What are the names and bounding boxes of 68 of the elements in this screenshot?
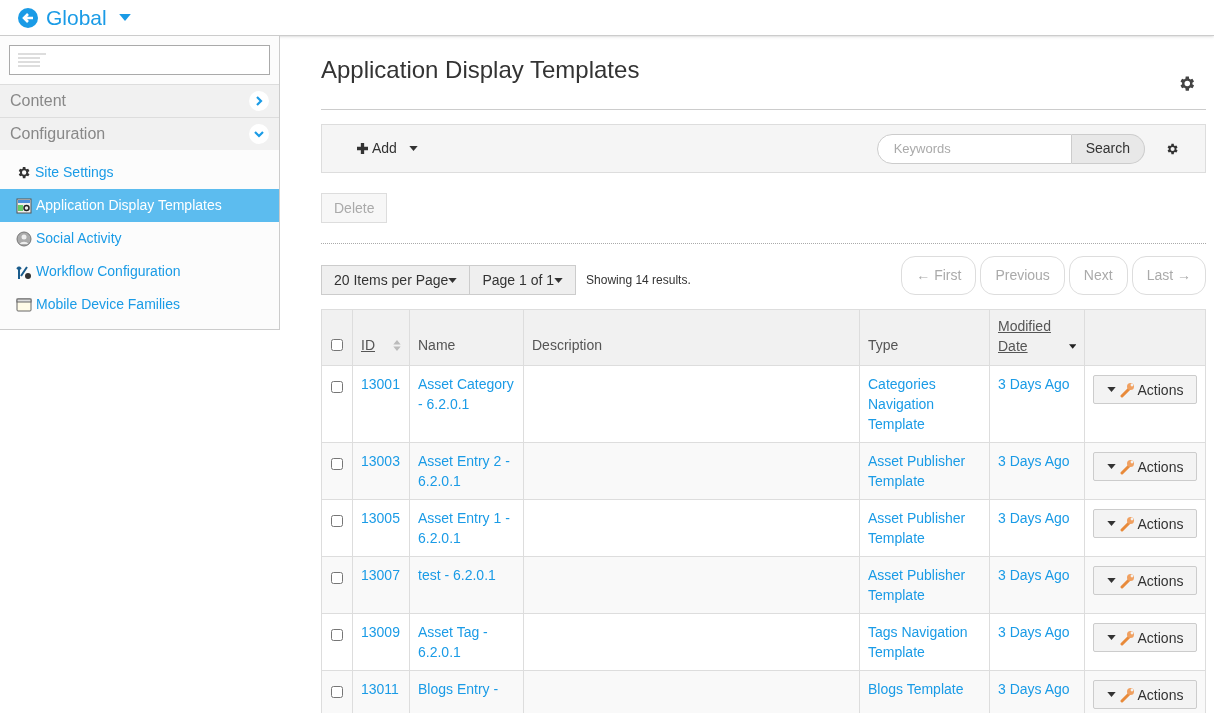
select-all-checkbox[interactable] — [331, 339, 343, 351]
caret-icon — [408, 146, 418, 151]
wrench-icon — [1118, 515, 1135, 532]
sidebar-item[interactable]: Mobile Device Families — [0, 288, 279, 321]
row-checkbox[interactable] — [331, 515, 343, 527]
wrench-icon — [1118, 572, 1135, 589]
wrench-icon — [1118, 686, 1135, 703]
row-checkbox[interactable] — [331, 458, 343, 470]
actions-button[interactable]: Actions — [1093, 452, 1197, 481]
collapse-icon — [249, 124, 269, 144]
results-count: Showing 14 results. — [586, 272, 691, 289]
row-checkbox[interactable] — [331, 686, 343, 698]
caret-icon — [1106, 692, 1116, 697]
column-header: Type — [868, 337, 899, 353]
person-icon — [16, 230, 32, 247]
site-title[interactable]: Global — [46, 1, 107, 34]
actions-button[interactable]: Actions — [1093, 623, 1197, 652]
column-header[interactable]: ID — [361, 335, 375, 356]
filter-field[interactable] — [9, 45, 270, 75]
row-checkbox[interactable] — [331, 629, 343, 641]
caret-icon — [1106, 521, 1116, 526]
caret-icon — [1106, 635, 1116, 640]
date-link[interactable]: 3 Days Ago — [998, 376, 1070, 392]
expand-icon — [249, 91, 269, 111]
search-button[interactable]: Search — [1071, 133, 1145, 164]
actions-button[interactable]: Actions — [1093, 680, 1197, 709]
wrench-icon — [1118, 381, 1135, 398]
page-title: Application Display Templates — [321, 55, 640, 85]
page-size-dropdown[interactable]: 20 Items per Page — [321, 265, 471, 295]
wrench-icon — [1118, 629, 1135, 646]
column-header: Name — [418, 337, 456, 353]
section-header[interactable]: Content — [0, 84, 279, 117]
page-dropdown[interactable]: Page 1 of 1 — [470, 265, 577, 295]
row-checkbox[interactable] — [331, 381, 343, 393]
caret-icon — [1106, 387, 1116, 392]
plus-icon — [357, 143, 368, 154]
sidebar-item[interactable]: Social Activity — [0, 222, 279, 255]
window-icon — [16, 296, 32, 313]
template-icon — [16, 197, 32, 214]
caret-icon — [118, 14, 131, 21]
wrench-icon — [1118, 458, 1135, 475]
sidebar-item[interactable]: Application Display Templates — [0, 189, 279, 222]
search-field[interactable]: Keywords — [876, 133, 1072, 164]
lines-icon — [18, 53, 46, 67]
sidebar-item[interactable]: Site Settings — [0, 156, 279, 189]
caret-icon — [448, 277, 458, 283]
actions-button[interactable]: Actions — [1093, 566, 1197, 595]
id-link[interactable]: 13007 — [361, 567, 400, 583]
settings-icon — [1165, 141, 1179, 156]
caret-icon — [1106, 578, 1116, 583]
section-header[interactable]: Configuration — [0, 117, 279, 150]
back-icon[interactable] — [18, 7, 38, 28]
actions-button[interactable]: Actions — [1093, 375, 1197, 404]
caret-icon — [554, 277, 564, 283]
caret-icon — [1068, 344, 1076, 349]
id-link[interactable]: 13005 — [361, 510, 400, 526]
add-button[interactable]: Add — [357, 138, 397, 159]
id-link[interactable]: 13001 — [361, 376, 400, 392]
sidebar-item[interactable]: Workflow Configuration — [0, 255, 279, 288]
actions-button[interactable]: Actions — [1093, 509, 1197, 538]
sort-icon — [393, 340, 401, 351]
row-checkbox[interactable] — [331, 572, 343, 584]
gear-icon — [16, 165, 31, 180]
id-link[interactable]: 13003 — [361, 453, 400, 469]
workflow-icon — [16, 263, 32, 280]
column-header: Description — [532, 337, 603, 353]
caret-icon — [1106, 464, 1116, 469]
id-link[interactable]: 13009 — [361, 624, 400, 640]
